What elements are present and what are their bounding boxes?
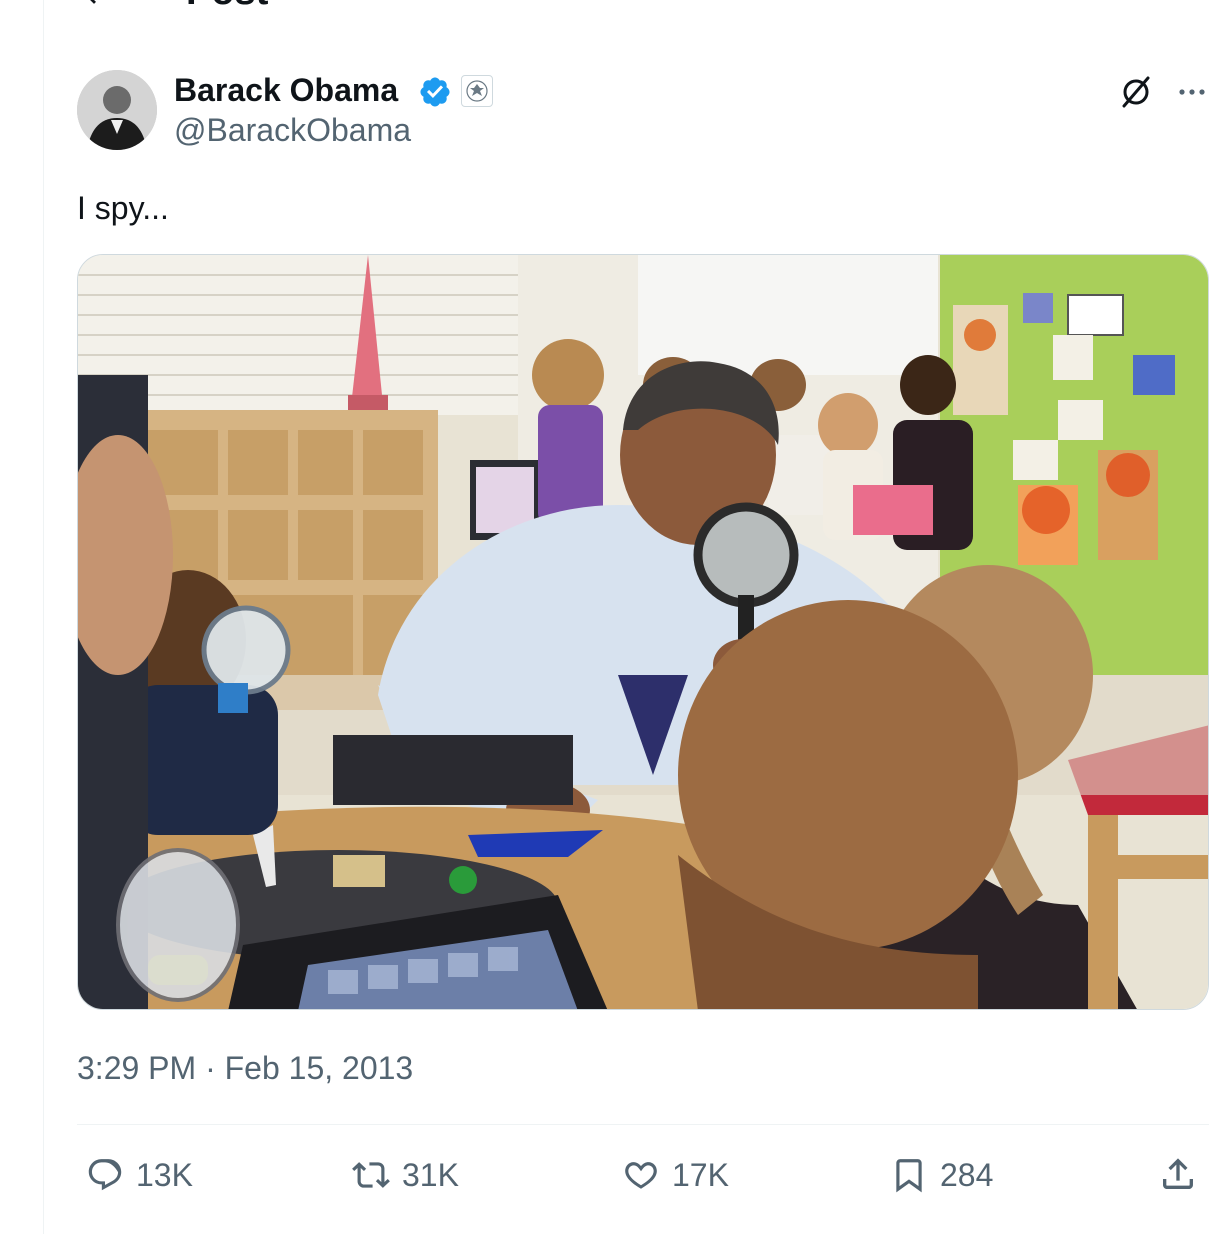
post-timestamp[interactable]: 3:29 PM · Feb 15, 2013	[77, 1046, 413, 1090]
reply-icon	[86, 1156, 124, 1194]
repost-button[interactable]: 31K	[352, 1150, 459, 1200]
reply-button[interactable]: 13K	[86, 1150, 193, 1200]
share-icon[interactable]	[1158, 1154, 1198, 1194]
post-photo[interactable]	[77, 254, 1209, 1010]
reply-count: 13K	[136, 1156, 193, 1193]
bookmark-count: 284	[940, 1156, 994, 1193]
government-seal-icon[interactable]	[461, 75, 493, 107]
bookmark-icon	[890, 1156, 928, 1194]
post-header: Post	[0, 0, 1232, 20]
like-button[interactable]: 17K	[622, 1150, 729, 1200]
more-dots-icon[interactable]	[1172, 72, 1212, 112]
author-name[interactable]: Barack Obama	[174, 70, 398, 110]
grok-icon[interactable]	[1116, 72, 1156, 112]
like-count: 17K	[672, 1156, 729, 1193]
author-handle[interactable]: @BarackObama	[174, 110, 411, 150]
repost-count: 31K	[402, 1156, 459, 1193]
bookmark-button[interactable]: 284	[890, 1150, 993, 1200]
column-border	[43, 0, 44, 1234]
repost-icon	[352, 1156, 390, 1194]
arrow-left-icon[interactable]	[78, 0, 112, 10]
heart-icon	[622, 1156, 660, 1194]
page-title: Post	[186, 0, 268, 12]
divider	[77, 1124, 1209, 1125]
avatar[interactable]	[77, 70, 157, 150]
post-text: I spy...	[77, 190, 169, 226]
verified-badge-icon[interactable]	[418, 75, 452, 109]
